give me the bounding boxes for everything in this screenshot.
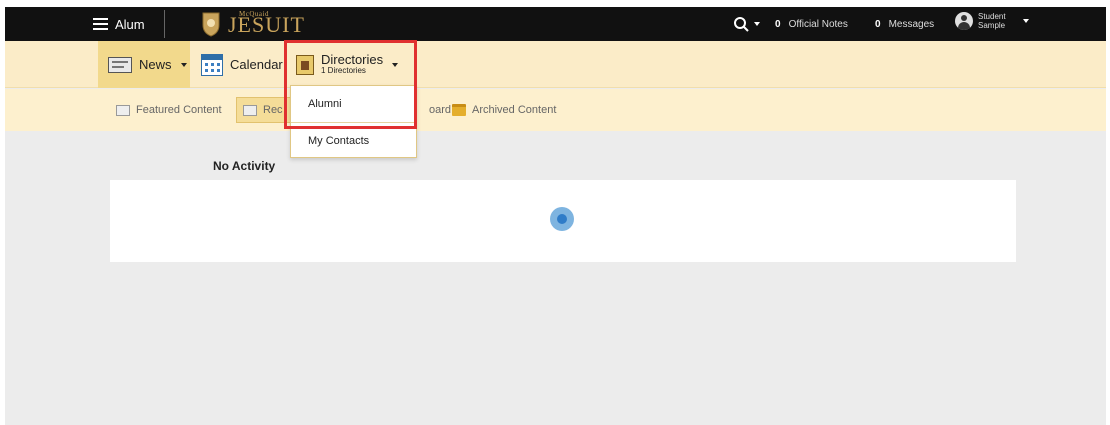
user-caret-icon[interactable] (1023, 19, 1029, 23)
top-bar: Alum McQuaid JESUIT 0 Official Notes 0 M… (5, 7, 1106, 41)
logo-big-text: JESUIT (228, 12, 305, 37)
menu-label: Alum (115, 16, 145, 32)
user-first-name: Student (978, 12, 1006, 21)
dropdown-item-my-contacts[interactable]: My Contacts (291, 123, 416, 159)
newspaper-icon (108, 56, 132, 73)
chevron-down-icon (392, 62, 399, 67)
directories-dropdown: Alumni My Contacts (290, 85, 417, 158)
crest-logo-icon[interactable] (201, 11, 221, 37)
school-logo[interactable]: McQuaid JESUIT (228, 8, 304, 40)
chevron-down-icon (180, 62, 187, 67)
nav-news[interactable]: News (98, 41, 190, 88)
tab-board[interactable]: oard (429, 89, 451, 131)
nav-directories-count: 1 Directories (321, 65, 366, 75)
directories-text: Directories 1 Directories (321, 51, 384, 76)
tab-archived-label: Archived Content (472, 104, 557, 116)
calendar-icon (201, 53, 223, 76)
official-notes-count: 0 (775, 18, 781, 30)
tab-recent-label: Rec (263, 104, 283, 116)
tab-board-label: oard (429, 104, 452, 116)
messages-count: 0 (875, 18, 881, 30)
messages-label: Messages (888, 18, 935, 30)
search-icon[interactable] (733, 16, 750, 32)
nav-directories[interactable]: Directories 1 Directories (296, 41, 399, 88)
official-notes-label: Official Notes (788, 18, 848, 30)
main-nav: News Calendar Directories 1 Directories (5, 41, 1106, 88)
nav-directories-label: Directories (321, 51, 384, 67)
tab-featured-label: Featured Content (136, 104, 222, 116)
no-activity-heading: No Activity (213, 159, 276, 173)
archive-icon (452, 104, 466, 116)
nav-calendar-label: Calendar (230, 57, 283, 72)
app-window: Alum McQuaid JESUIT 0 Official Notes 0 M… (5, 7, 1106, 425)
user-last-name: Sample (978, 21, 1006, 30)
user-menu[interactable]: Student Sample (978, 12, 1006, 30)
activity-panel (110, 180, 1016, 262)
tab-featured-content[interactable]: Featured Content (116, 89, 222, 131)
directory-icon (296, 54, 314, 75)
menu-button[interactable]: Alum (93, 7, 145, 41)
nav-calendar[interactable]: Calendar (201, 41, 283, 88)
featured-icon (116, 104, 130, 116)
divider (164, 10, 165, 38)
sub-nav: Featured Content Rec oard Archived Conte… (5, 89, 1106, 131)
loading-spinner-icon (550, 207, 574, 231)
official-notes-link[interactable]: 0 Official Notes (775, 7, 848, 41)
dropdown-item-alumni[interactable]: Alumni (291, 86, 416, 122)
tab-recent[interactable]: Rec (236, 97, 292, 123)
search-caret-icon[interactable] (754, 22, 760, 26)
avatar-icon[interactable] (955, 12, 973, 30)
nav-news-label: News (139, 57, 172, 72)
tab-archived-content[interactable]: Archived Content (452, 89, 556, 131)
messages-link[interactable]: 0 Messages (875, 7, 934, 41)
hamburger-icon (93, 18, 108, 30)
recent-icon (243, 104, 257, 116)
